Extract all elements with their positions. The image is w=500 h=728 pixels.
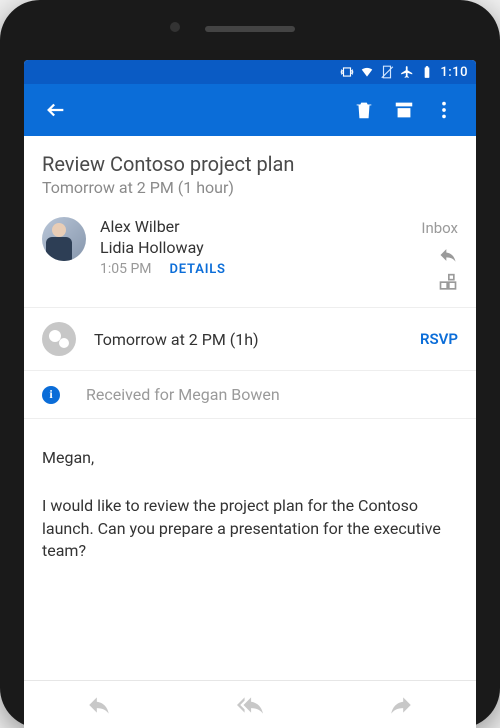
email-time: 1:05 PM xyxy=(100,261,152,277)
phone-frame: 1:10 Review Contoso project plan Tomorro… xyxy=(0,0,500,728)
delegate-info: Received for Megan Bowen xyxy=(86,385,280,404)
rsvp-button[interactable]: RSVP xyxy=(420,330,458,348)
sender-row: Alex Wilber Lidia Holloway 1:05 PM DETAI… xyxy=(24,209,476,308)
screen: 1:10 Review Contoso project plan Tomorro… xyxy=(24,60,476,728)
battery-icon xyxy=(420,65,434,79)
forward-button[interactable] xyxy=(386,690,416,720)
wifi-icon xyxy=(360,65,374,79)
body-salutation: Megan, xyxy=(42,447,458,469)
sender-name: Alex Wilber xyxy=(100,217,407,236)
overflow-menu-button[interactable] xyxy=(424,90,464,130)
app-bar xyxy=(24,84,476,136)
recipient-name: Lidia Holloway xyxy=(100,238,407,257)
email-meeting-time: Tomorrow at 2 PM (1 hour) xyxy=(42,178,458,197)
delete-button[interactable] xyxy=(344,90,384,130)
email-body: Megan, I would like to review the projec… xyxy=(24,419,476,680)
body-text: I would like to review the project plan … xyxy=(42,495,458,562)
status-time: 1:10 xyxy=(440,65,468,80)
event-row: Tomorrow at 2 PM (1h) RSVP xyxy=(24,308,476,371)
addins-icon[interactable] xyxy=(438,273,458,293)
status-bar: 1:10 xyxy=(24,60,476,84)
details-link[interactable]: DETAILS xyxy=(170,262,226,277)
archive-button[interactable] xyxy=(384,90,424,130)
email-subject: Review Contoso project plan xyxy=(42,152,458,176)
bottom-action-bar xyxy=(24,680,476,728)
vibrate-icon xyxy=(340,65,354,79)
subject-area: Review Contoso project plan Tomorrow at … xyxy=(24,136,476,209)
info-row: i Received for Megan Bowen xyxy=(24,371,476,419)
status-icons xyxy=(340,65,434,79)
event-icon xyxy=(42,322,76,356)
reply-icon[interactable] xyxy=(438,245,458,265)
event-time: Tomorrow at 2 PM (1h) xyxy=(94,330,402,349)
avatar[interactable] xyxy=(42,217,86,261)
back-button[interactable] xyxy=(36,90,76,130)
info-icon: i xyxy=(42,386,60,404)
reply-all-button[interactable] xyxy=(235,690,265,720)
no-sim-icon xyxy=(380,65,394,79)
reply-button[interactable] xyxy=(84,690,114,720)
airplane-icon xyxy=(400,65,414,79)
sender-info: Alex Wilber Lidia Holloway 1:05 PM DETAI… xyxy=(100,217,407,293)
sender-right-col: Inbox xyxy=(421,217,458,293)
folder-label: Inbox xyxy=(421,219,458,237)
